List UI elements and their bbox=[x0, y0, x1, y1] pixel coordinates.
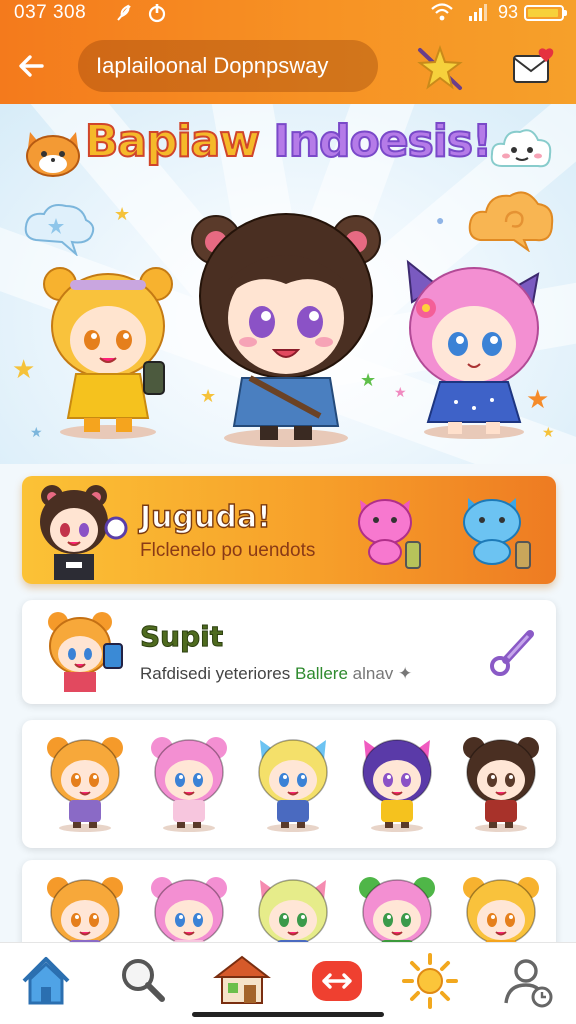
banner-subtitle: Flclenelo po uendots bbox=[140, 540, 316, 561]
search-field[interactable]: Iaplailoonal Dopnpsway bbox=[78, 40, 378, 92]
hero-title: Bapiaw Indoesis! bbox=[0, 115, 576, 168]
bear-ear-brown-hair-character bbox=[188, 200, 384, 448]
star-icon: ★ bbox=[30, 424, 43, 440]
speech-bubble-icon bbox=[22, 200, 98, 258]
house-shop-icon[interactable] bbox=[212, 951, 272, 1011]
battery-icon bbox=[524, 5, 567, 21]
search-icon[interactable] bbox=[114, 951, 174, 1011]
magic-wand-star-icon[interactable] bbox=[414, 42, 466, 94]
featured-banner[interactable]: Juguda! Flclenelo po uendots bbox=[22, 476, 556, 584]
signal-icon bbox=[468, 2, 490, 27]
status-bar: 037 308 93 bbox=[0, 0, 576, 26]
brown-bear-chibi[interactable] bbox=[456, 732, 546, 832]
star-icon: ★ bbox=[526, 384, 550, 414]
app-header: 037 308 93 Iaplailoonal Dopnpsway bbox=[0, 0, 576, 104]
card2-subtitle-highlight: Ballere bbox=[294, 664, 348, 683]
purple-flower-chibi[interactable] bbox=[352, 732, 442, 832]
profile-clock-icon[interactable] bbox=[500, 951, 560, 1011]
sparkle-icon: ★ bbox=[114, 204, 131, 224]
card2-subtitle-prefix: Rafdisedi yeteriores bbox=[140, 664, 291, 683]
hero-title-part2: Indoesis! bbox=[272, 115, 493, 168]
star-icon: ★ bbox=[360, 370, 377, 390]
card2-subtitle-tail: alnav bbox=[352, 664, 394, 683]
orange-bear-girl-avatar bbox=[42, 608, 132, 696]
arrow-left-icon bbox=[19, 55, 44, 77]
card2-subtitle: Rafdisedi yeteriores Ballere alnav ✦ bbox=[140, 664, 412, 684]
bear-girl-avatar bbox=[34, 480, 130, 584]
banner-title: Juguda! bbox=[139, 499, 271, 535]
bubble-icon: ● bbox=[436, 212, 445, 228]
pink-bear-chibi[interactable] bbox=[144, 732, 234, 832]
card2-title: Supit bbox=[139, 620, 224, 654]
home-icon[interactable] bbox=[16, 951, 76, 1011]
hero-title-part1: Bapiaw bbox=[84, 115, 261, 168]
swap-arrows-icon[interactable] bbox=[308, 951, 368, 1011]
back-button[interactable] bbox=[14, 48, 50, 84]
mail-heart-icon[interactable] bbox=[512, 46, 560, 86]
star-icon: ★ bbox=[12, 354, 36, 384]
purple-key-icon[interactable] bbox=[486, 624, 542, 680]
star-icon: ★ bbox=[394, 384, 407, 400]
sun-icon[interactable] bbox=[400, 951, 460, 1011]
supit-card[interactable]: Supit Rafdisedi yeteriores Ballere alnav… bbox=[22, 600, 556, 704]
blue-cat-icon bbox=[458, 490, 538, 574]
blonde-cat-chibi[interactable] bbox=[248, 732, 338, 832]
wifi-icon bbox=[430, 2, 454, 27]
blonde-bear-character bbox=[40, 264, 176, 440]
star-icon: ★ bbox=[542, 424, 555, 440]
sparkle-icon: ✦ bbox=[398, 664, 413, 683]
hero-banner: Bapiaw Indoesis! ★ ★ ★ ★ ★ ★ ★ ● ★ bbox=[0, 104, 576, 464]
character-grid-row1 bbox=[22, 720, 556, 848]
star-icon: ★ bbox=[200, 386, 217, 406]
feather-icon bbox=[114, 2, 136, 29]
power-icon bbox=[146, 2, 168, 29]
battery-percent: 93 bbox=[497, 2, 518, 22]
status-time: 037 308 bbox=[14, 2, 87, 23]
home-indicator bbox=[192, 1012, 384, 1017]
pink-cat-icon bbox=[354, 490, 426, 574]
orange-bear-chibi[interactable] bbox=[40, 732, 130, 832]
orange-cloud-icon bbox=[466, 186, 556, 253]
